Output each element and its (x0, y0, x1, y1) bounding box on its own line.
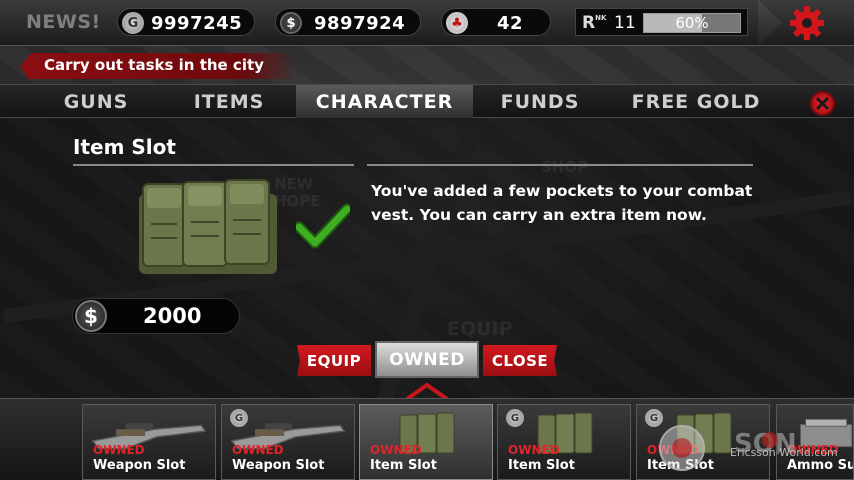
xp-percent: 60% (675, 14, 709, 32)
dollar-coin-icon: $ (280, 12, 302, 34)
gear-icon[interactable] (786, 4, 828, 42)
item-name: Weapon Slot (232, 458, 325, 473)
owned-label: OWNED (370, 443, 422, 457)
owned-label: OWNED (93, 443, 145, 457)
equip-button[interactable]: EQUIP (297, 345, 371, 376)
news-button[interactable]: NEWS! (26, 11, 101, 33)
rank-label: RNK (582, 13, 607, 33)
xp-progress-bar: 60% (643, 13, 741, 33)
divider (367, 164, 753, 166)
tab-funds[interactable]: FUNDS (484, 85, 596, 119)
hud-arrow (758, 0, 782, 46)
item-name: Item Slot (370, 458, 437, 473)
close-button[interactable]: CLOSE (483, 345, 557, 376)
tab-character[interactable]: CHARACTER (296, 85, 473, 119)
item-description: You've added a few pockets to your comba… (371, 182, 753, 224)
divider (73, 164, 354, 166)
item-name: Item Slot (508, 458, 575, 473)
price-value: 2000 (143, 304, 202, 328)
price-tag: $ 2000 (72, 298, 240, 334)
dollar-coin-icon: $ (75, 300, 107, 332)
club-counter[interactable]: ♣ 42 (441, 8, 551, 36)
tab-guns[interactable]: GUNS (40, 85, 152, 119)
mission-banner-text: Carry out tasks in the city (44, 56, 264, 74)
checkmark-icon (296, 203, 350, 249)
gold-coin-icon: G (506, 409, 524, 427)
tab-bar: GUNS ITEMS CHARACTER FUNDS FREE GOLD (0, 84, 854, 119)
item-name: Weapon Slot (93, 458, 186, 473)
gold-coin-icon: G (122, 12, 144, 34)
carousel-item-selected[interactable]: OWNED Item Slot (359, 404, 493, 480)
gold-counter[interactable]: G 9997245 (117, 8, 255, 36)
carousel-item[interactable]: G OWNED Weapon Slot (221, 404, 355, 480)
selection-caret-icon (405, 383, 449, 399)
cash-value: 9897924 (314, 13, 406, 34)
gold-value: 9997245 (151, 13, 243, 34)
owned-button[interactable]: OWNED (375, 341, 479, 378)
owned-label: OWNED (232, 443, 284, 457)
tab-items[interactable]: ITEMS (170, 85, 288, 119)
tab-free-gold[interactable]: FREE GOLD (616, 85, 776, 119)
cash-counter[interactable]: $ 9897924 (275, 8, 421, 36)
carousel-item[interactable]: G OWNED Item Slot (497, 404, 631, 480)
close-icon[interactable] (810, 91, 835, 116)
watermark-text: Ericsson-World.com (730, 446, 838, 459)
item-title: Item Slot (73, 135, 176, 159)
club-value: 42 (497, 13, 524, 34)
club-icon: ♣ (446, 12, 468, 34)
rank-value: 11 (614, 13, 636, 33)
owned-label: OWNED (508, 443, 560, 457)
rank-display: RNK 11 60% (575, 8, 748, 36)
top-hud: NEWS! G 9997245 $ 9897924 ♣ 42 RNK 11 60… (0, 0, 854, 46)
carousel-item[interactable]: OWNED Weapon Slot (82, 404, 216, 480)
ammo-pouch-icon (139, 179, 277, 274)
